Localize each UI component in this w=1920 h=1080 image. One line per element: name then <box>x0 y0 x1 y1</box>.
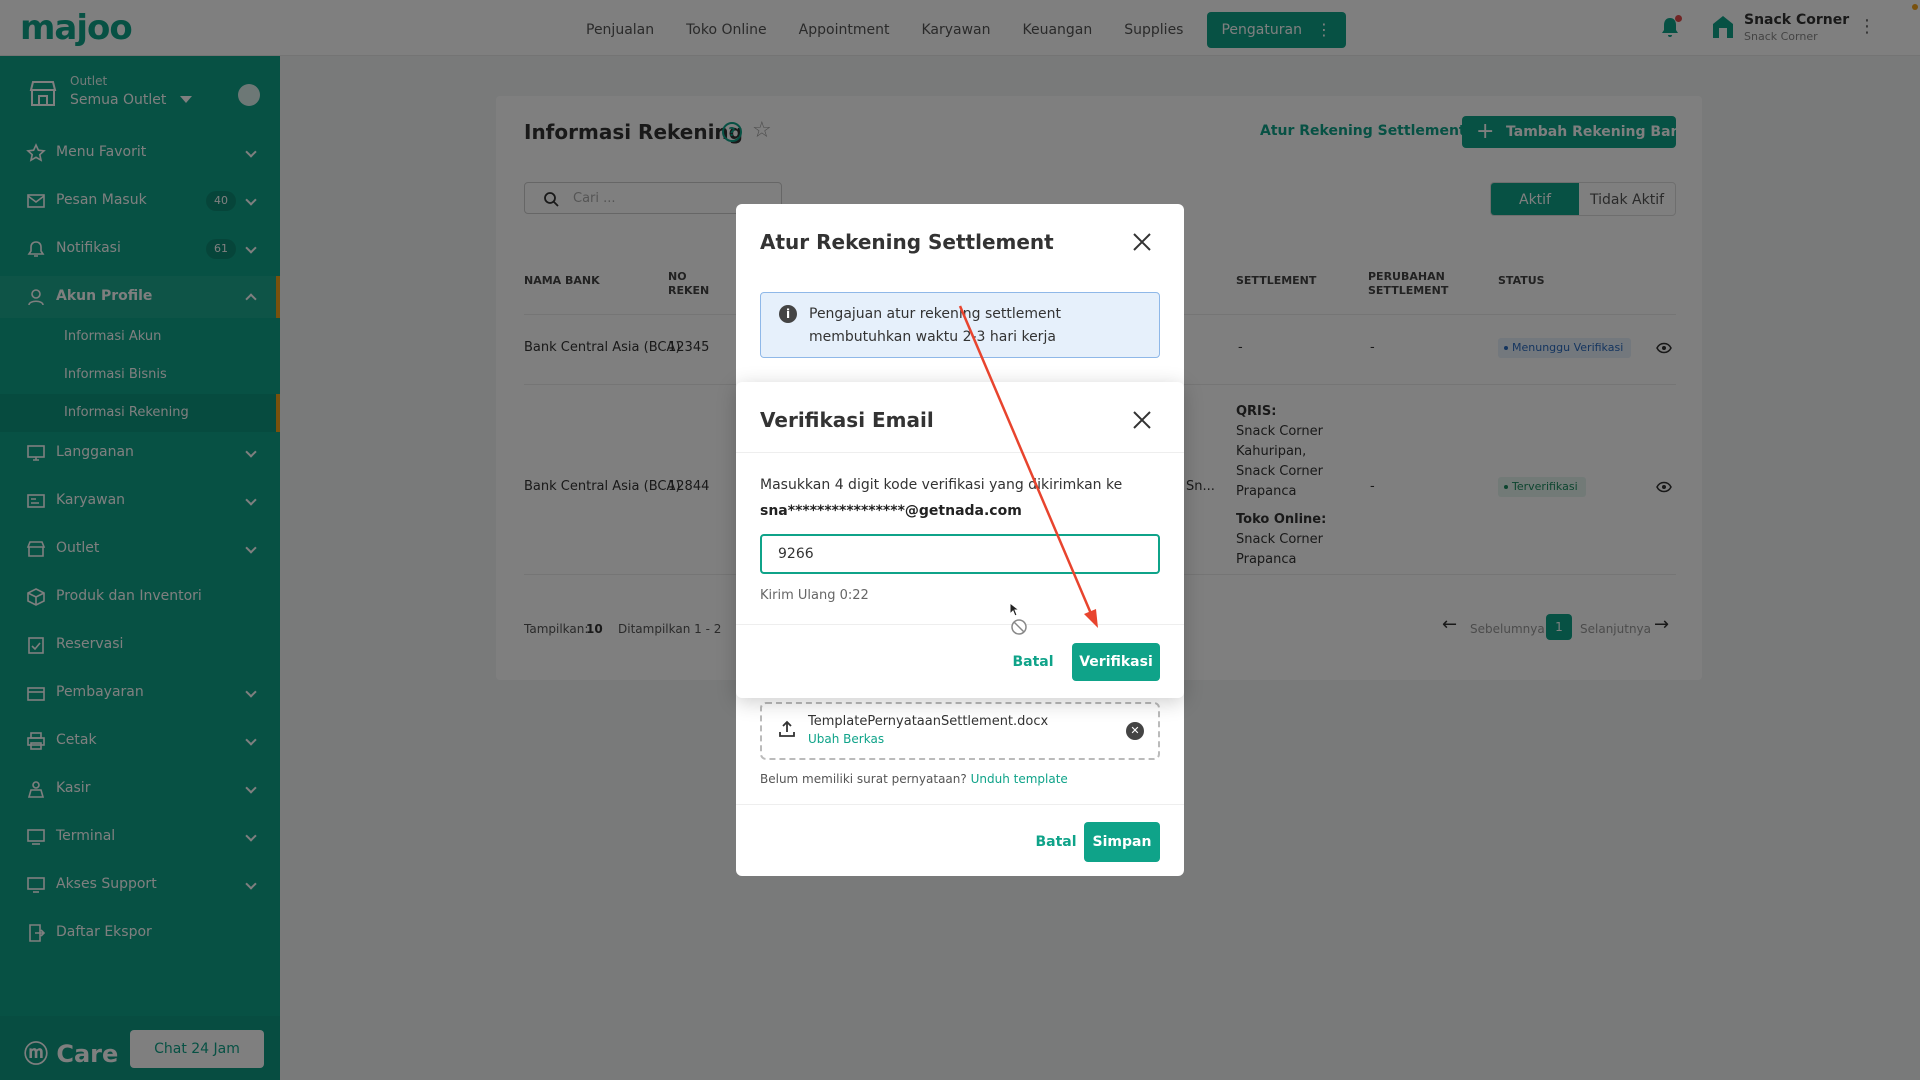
remove-file-icon[interactable]: ✕ <box>1126 722 1144 740</box>
modal-divider <box>736 804 1184 805</box>
modal-divider <box>736 452 1184 453</box>
info-alert: i Pengajuan atur rekening settlement mem… <box>760 292 1160 358</box>
upload-icon <box>779 720 795 737</box>
modal-title: Verifikasi Email <box>760 408 934 432</box>
verification-code-input[interactable] <box>760 534 1160 574</box>
cancel-button[interactable]: Batal <box>1028 822 1084 862</box>
verifikasi-email-modal: Verifikasi Email Masukkan 4 digit kode v… <box>736 382 1184 698</box>
resend-countdown: Kirim Ulang 0:22 <box>760 588 869 603</box>
modal-title: Atur Rekening Settlement <box>760 230 1054 254</box>
info-icon: i <box>779 305 797 323</box>
close-icon[interactable] <box>1132 410 1152 430</box>
unduh-template-link[interactable]: Unduh template <box>971 772 1068 786</box>
masked-email: sna****************@getnada.com <box>760 503 1022 519</box>
save-button[interactable]: Simpan <box>1084 822 1160 862</box>
info-text: Pengajuan atur rekening settlement membu… <box>809 306 1061 345</box>
close-icon[interactable] <box>1132 232 1152 252</box>
verify-button[interactable]: Verifikasi <box>1072 643 1160 681</box>
ubah-berkas-link[interactable]: Ubah Berkas <box>808 732 884 746</box>
modal-divider <box>736 624 1184 625</box>
template-hint-text: Belum memiliki surat pernyataan? <box>760 772 967 786</box>
template-hint: Belum memiliki surat pernyataan? Unduh t… <box>760 772 1068 786</box>
file-upload-box[interactable]: TemplatePernyataanSettlement.docx Ubah B… <box>760 702 1160 760</box>
uploaded-file-name: TemplatePernyataanSettlement.docx <box>808 714 1049 729</box>
cancel-button[interactable]: Batal <box>998 643 1068 681</box>
verification-description: Masukkan 4 digit kode verifikasi yang di… <box>760 477 1123 493</box>
mouse-cursor-icon <box>1009 602 1027 635</box>
